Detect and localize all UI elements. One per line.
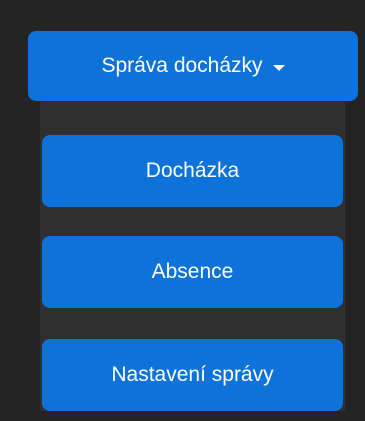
caret-down-icon	[272, 65, 285, 71]
menu-item-attendance[interactable]: Docházka	[42, 135, 343, 207]
attendance-management-dropdown-toggle[interactable]: Správa docházky	[28, 31, 358, 101]
menu-item-management-settings[interactable]: Nastavení správy	[42, 339, 343, 411]
menu-item-label: Docházka	[145, 159, 240, 182]
menu-item-absence[interactable]: Absence	[42, 236, 343, 308]
dropdown-toggle-label: Správa docházky	[101, 54, 263, 77]
menu-item-label: Absence	[151, 260, 234, 283]
menu-item-label: Nastavení správy	[111, 363, 274, 386]
